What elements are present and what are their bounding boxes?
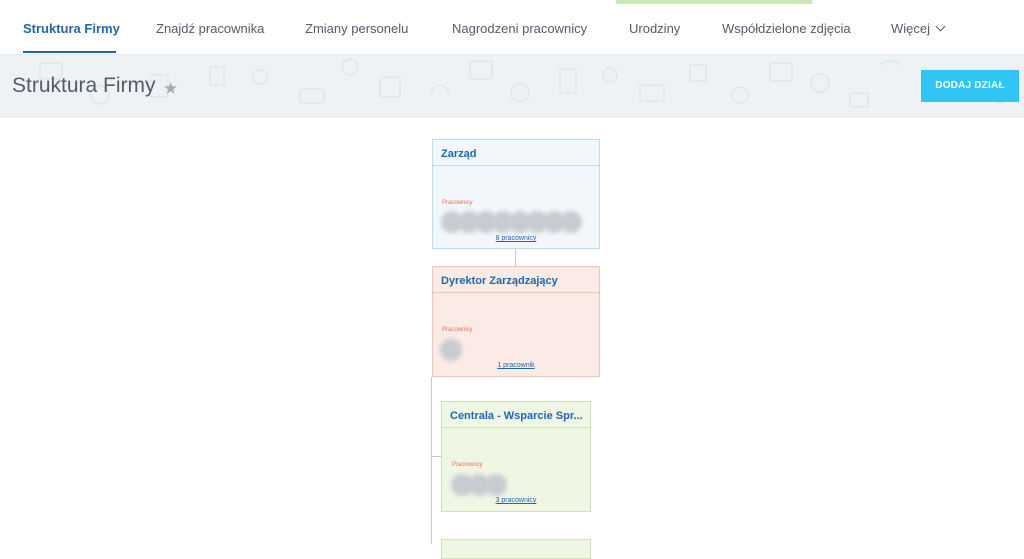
avatar[interactable] [440, 339, 462, 361]
employees-label: Pracownicy [452, 462, 483, 468]
card-divider [433, 292, 599, 293]
star-icon[interactable]: ★ [163, 79, 178, 99]
department-name[interactable]: Centrala - Wsparcie Spr... [450, 410, 583, 422]
tab-znajdz-pracownika[interactable]: Znajdź pracownika [156, 21, 264, 36]
employee-avatars [440, 339, 470, 361]
avatar[interactable] [485, 474, 507, 496]
employee-avatars [451, 474, 521, 496]
department-card-dyrektor[interactable]: Dyrektor Zarządzający Pracownicy 1 praco… [432, 266, 600, 377]
employees-label: Pracownicy [442, 200, 473, 206]
tab-urodziny[interactable]: Urodziny [629, 21, 680, 36]
tab-nagrodzeni-pracownicy[interactable]: Nagrodzeni pracownicy [452, 21, 587, 36]
tab-wspoldzielone-zdjecia[interactable]: Współdzielone zdjęcia [722, 21, 851, 36]
tab-wiecej-label: Więcej [891, 21, 931, 36]
department-name[interactable]: Dyrektor Zarządzający [441, 275, 558, 287]
avatar[interactable] [560, 211, 582, 233]
connector-line [431, 377, 432, 544]
top-navigation: Struktura Firmy Znajdź pracownika Zmiany… [0, 0, 1024, 55]
department-card-zarzad[interactable]: Zarząd Pracownicy 8 pracownicy [432, 139, 600, 249]
active-tab-indicator [23, 51, 116, 53]
page-title: Struktura Firmy [12, 74, 156, 97]
department-card-centrala[interactable]: Centrala - Wsparcie Spr... Pracownicy 3 … [441, 401, 591, 512]
top-accent-strip [616, 0, 812, 4]
department-card-partial[interactable] [441, 539, 591, 559]
department-name[interactable]: Zarząd [441, 148, 476, 160]
employee-count-link[interactable]: 8 pracownicy [433, 235, 599, 242]
employee-avatars [441, 211, 591, 233]
employee-count-link[interactable]: 1 pracownik [433, 362, 599, 369]
card-divider [442, 427, 590, 428]
employees-label: Pracownicy [442, 327, 473, 333]
page-header: Struktura Firmy ★ DODAJ DZIAŁ [0, 55, 1024, 118]
add-department-button[interactable]: DODAJ DZIAŁ [921, 70, 1019, 102]
connector-line [515, 249, 516, 266]
tab-struktura-firmy[interactable]: Struktura Firmy [23, 21, 120, 36]
card-divider [433, 165, 599, 166]
employee-count-link[interactable]: 3 pracownicy [442, 497, 590, 504]
connector-line [431, 456, 441, 457]
tab-wiecej[interactable]: Więcej [891, 21, 946, 36]
chevron-down-icon [935, 21, 946, 32]
tab-zmiany-personelu[interactable]: Zmiany personelu [305, 21, 408, 36]
